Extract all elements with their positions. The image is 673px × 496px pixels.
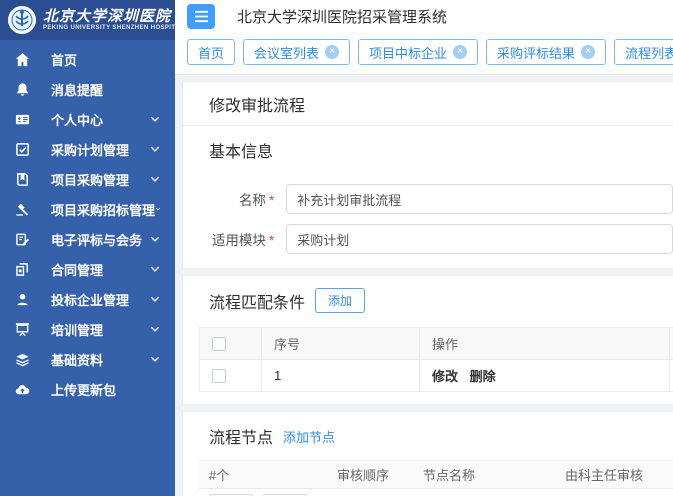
column-header-clipped: 字 — [670, 328, 673, 360]
column-header-action: 操作 — [420, 328, 670, 360]
column-header-name: 节点名称 — [413, 461, 555, 489]
sidebar-item-project-bidding[interactable]: 项目采购招标管理 — [0, 194, 175, 224]
name-field-row: 名称* — [183, 184, 673, 214]
row-checkbox[interactable] — [212, 369, 226, 383]
table-header-row: 序号 操作 字 — [200, 328, 673, 360]
hospital-name-en: PEKING UNIVERSITY SHENZHEN HOSPITAL — [43, 25, 175, 31]
table-header-row: #个 审核顺序 节点名称 由科主任审核 — [199, 461, 673, 489]
sidebar-item-upload-update[interactable]: 上传更新包 — [0, 374, 175, 404]
document-edit-icon — [14, 231, 31, 248]
match-conditions-panel: 流程匹配条件 添加 序号 操作 字 — [182, 275, 673, 405]
sidebar-item-electronic-evaluation[interactable]: 电子评标与会务 — [0, 224, 175, 254]
id-card-icon — [14, 111, 31, 128]
sidebar-item-basic-data[interactable]: 基础资料 — [0, 344, 175, 374]
clipboard-check-icon — [14, 141, 31, 158]
add-node-link[interactable]: 添加节点 — [283, 427, 335, 446]
process-nodes-table: #个 审核顺序 节点名称 由科主任审核 修改 删除 1 — [199, 460, 673, 496]
required-asterisk: * — [269, 233, 274, 248]
chevron-down-icon — [149, 323, 161, 335]
seq-cell: 1 — [262, 360, 420, 392]
sidebar-item-personal-center[interactable]: 个人中心 — [0, 104, 175, 134]
copy-icon — [14, 261, 31, 278]
module-field-label: 适用模块 — [212, 233, 266, 248]
order-cell: 1 — [327, 489, 413, 496]
close-icon[interactable]: × — [325, 45, 339, 59]
column-header-dept-head: 由科主任审核 — [555, 461, 673, 489]
name-input[interactable] — [286, 184, 673, 214]
cloud-upload-icon — [14, 381, 31, 398]
user-icon — [14, 291, 31, 308]
chevron-down-icon — [149, 173, 161, 185]
sidebar-item-messages[interactable]: 消息提醒 — [0, 74, 175, 104]
process-nodes-section-title: 流程节点 — [209, 424, 273, 448]
home-icon — [14, 51, 31, 68]
module-input[interactable] — [286, 224, 673, 254]
basic-info-section-title: 基本信息 — [183, 126, 673, 168]
required-asterisk: * — [269, 193, 274, 208]
book-icon — [14, 171, 31, 188]
top-header: 北京大学深圳医院招采管理系统 — [175, 0, 673, 33]
tab-process-list[interactable]: 流程列表 × — [614, 39, 673, 65]
edit-link[interactable]: 修改 — [432, 369, 458, 384]
chevron-down-icon — [149, 353, 161, 365]
presentation-icon — [14, 321, 31, 338]
select-all-checkbox[interactable] — [212, 337, 226, 351]
sidebar: 北京大学深圳医院 PEKING UNIVERSITY SHENZHEN HOSP… — [0, 0, 175, 496]
bell-icon — [14, 81, 31, 98]
match-conditions-section-title: 流程匹配条件 — [209, 289, 305, 313]
hospital-logo: 北京大学深圳医院 PEKING UNIVERSITY SHENZHEN HOSP… — [0, 0, 175, 40]
column-header-order: 审核顺序 — [327, 461, 413, 489]
name-field-label: 名称 — [239, 193, 266, 208]
match-conditions-table: 序号 操作 字 1 修改 删除 计 — [199, 327, 673, 392]
system-title: 北京大学深圳医院招采管理系统 — [237, 6, 447, 27]
table-row: 1 修改 删除 计 — [200, 360, 673, 392]
tab-project-winning-enterprise[interactable]: 项目中标企业 × — [358, 39, 478, 65]
sidebar-item-procurement-plan[interactable]: 采购计划管理 — [0, 134, 175, 164]
sidebar-item-home[interactable]: 首页 — [0, 44, 175, 74]
close-icon[interactable]: × — [453, 45, 467, 59]
chevron-down-icon — [149, 293, 161, 305]
chevron-down-icon — [155, 203, 161, 215]
tab-meeting-room-list[interactable]: 会议室列表 × — [243, 39, 350, 65]
tab-bar: 首页 会议室列表 × 项目中标企业 × 采购评标结果 × 流程列表 × 流程 × — [175, 33, 673, 75]
layers-icon — [14, 351, 31, 368]
module-field-row: 适用模块* — [183, 224, 673, 254]
chevron-down-icon — [149, 233, 161, 245]
basic-info-panel: 修改审批流程 基本信息 名称* 适用模块* — [182, 81, 673, 269]
gavel-icon — [14, 201, 31, 218]
clipped-cell: 计 — [670, 360, 673, 392]
tab-home[interactable]: 首页 — [187, 39, 235, 65]
sidebar-item-training-management[interactable]: 培训管理 — [0, 314, 175, 344]
process-nodes-panel: 流程节点 添加节点 #个 审核顺序 节点名称 由科主任审核 — [182, 411, 673, 496]
hospital-name-cn: 北京大学深圳医院 — [43, 9, 175, 25]
sidebar-item-contract-management[interactable]: 合同管理 — [0, 254, 175, 284]
node-name-cell: 科主任意见 — [413, 489, 555, 496]
sidebar-item-project-procurement[interactable]: 项目采购管理 — [0, 164, 175, 194]
dept-review-cell: 是 — [555, 489, 673, 496]
column-header-seq: 序号 — [262, 328, 420, 360]
main-area: 北京大学深圳医院招采管理系统 首页 会议室列表 × 项目中标企业 × 采购评标结… — [175, 0, 673, 496]
sidebar-nav: 首页 消息提醒 个人中心 采购计划管理 项目采购管理 — [0, 40, 175, 404]
hamburger-icon[interactable] — [187, 4, 215, 29]
table-row: 修改 删除 1 科主任意见 是 — [199, 489, 673, 496]
chevron-down-icon — [149, 143, 161, 155]
app-window: 北京大学深圳医院 PEKING UNIVERSITY SHENZHEN HOSP… — [0, 0, 673, 496]
sidebar-item-bidder-enterprise[interactable]: 投标企业管理 — [0, 284, 175, 314]
delete-link[interactable]: 删除 — [470, 369, 496, 384]
tab-evaluation-results[interactable]: 采购评标结果 × — [486, 39, 606, 65]
close-icon[interactable]: × — [581, 45, 595, 59]
basic-info-form: 名称* 适用模块* — [183, 168, 673, 268]
hospital-emblem-icon — [8, 6, 36, 34]
page-title: 修改审批流程 — [183, 82, 673, 126]
column-header-index: #个 — [199, 461, 327, 489]
page-content: 修改审批流程 基本信息 名称* 适用模块* 流程匹配条件 — [175, 75, 673, 496]
add-condition-button[interactable]: 添加 — [315, 288, 365, 313]
chevron-down-icon — [149, 263, 161, 275]
chevron-down-icon — [149, 113, 161, 125]
